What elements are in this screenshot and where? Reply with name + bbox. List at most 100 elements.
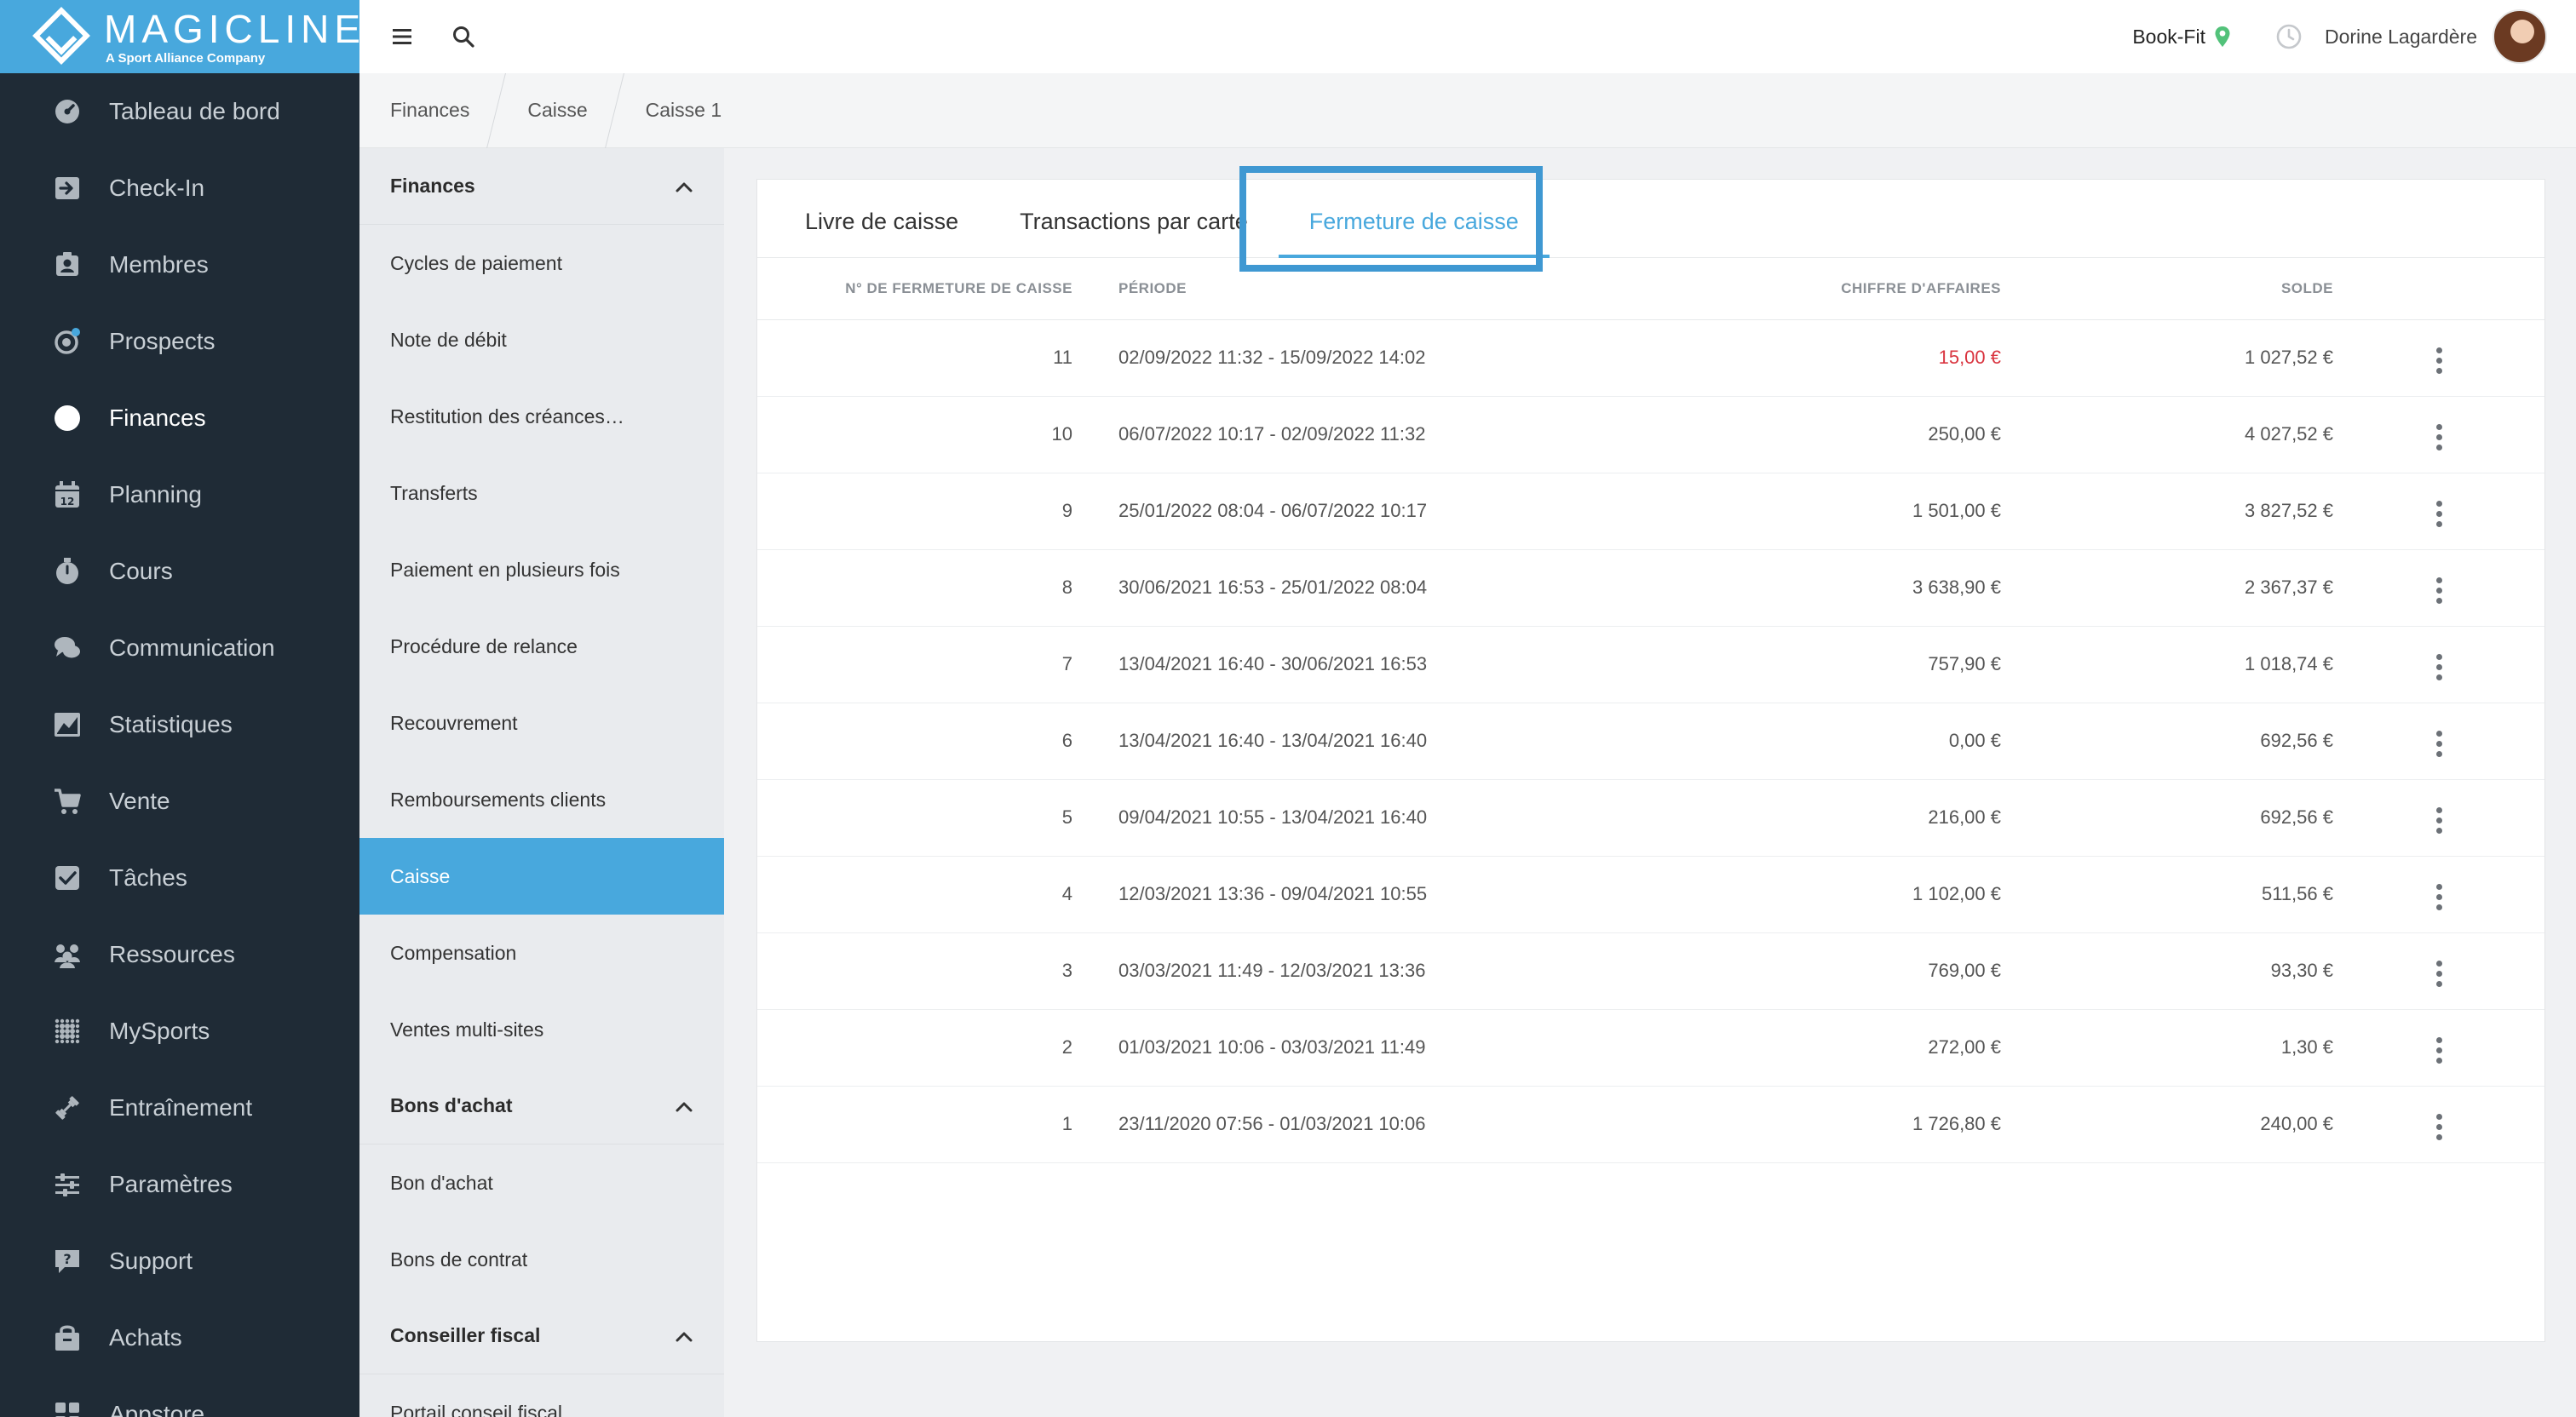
- more-options-icon[interactable]: [2426, 802, 2452, 839]
- tab-card-transactions[interactable]: Transactions par carte: [989, 209, 1279, 257]
- tab-cash-book[interactable]: Livre de caisse: [774, 209, 989, 257]
- tab-cash-closing[interactable]: Fermeture de caisse: [1278, 209, 1550, 258]
- cart-icon: [55, 789, 81, 814]
- balance: 240,00 €: [2001, 1086, 2333, 1163]
- subnav-item[interactable]: Cycles de paiement: [359, 225, 724, 301]
- subnav-section-header[interactable]: Conseiller fiscal: [359, 1298, 724, 1374]
- more-options-icon[interactable]: [2426, 342, 2452, 379]
- mysports-icon: [53, 1017, 82, 1046]
- period: 25/01/2022 08:04 - 06/07/2022 10:17: [1072, 473, 1550, 550]
- nav-item-planning[interactable]: 12 Planning: [0, 456, 359, 533]
- subnav-item[interactable]: Caisse: [359, 838, 724, 915]
- subnav-item[interactable]: Transferts: [359, 455, 724, 531]
- nav-item-label: MySports: [109, 1018, 210, 1044]
- more-options-icon[interactable]: [2426, 1032, 2452, 1069]
- nav-item-prospects[interactable]: Prospects: [0, 303, 359, 380]
- subnav-item[interactable]: Procédure de relance: [359, 608, 724, 685]
- breadcrumb: Finances Caisse Caisse 1: [359, 73, 2576, 148]
- breadcrumb-item[interactable]: Finances: [359, 73, 497, 148]
- subnav-item[interactable]: Recouvrement: [359, 685, 724, 761]
- table-row[interactable]: 1 23/11/2020 07:56 - 01/03/2021 10:06 1 …: [757, 1086, 2544, 1163]
- row-actions-cell: [2333, 626, 2544, 703]
- user-name[interactable]: Dorine Lagardère: [2325, 26, 2477, 49]
- more-options-icon[interactable]: [2426, 572, 2452, 609]
- more-options-icon[interactable]: [2426, 496, 2452, 532]
- more-options-icon[interactable]: [2426, 419, 2452, 456]
- breadcrumb-item[interactable]: Caisse: [497, 73, 614, 148]
- closing-number: 8: [757, 549, 1072, 627]
- nav-item-taches[interactable]: Tâches: [0, 840, 359, 916]
- tab-bar: Livre de caisse Transactions par carte Fer…: [757, 166, 2544, 272]
- more-options-icon[interactable]: [2426, 726, 2452, 762]
- nav-item-communication[interactable]: Communication: [0, 610, 359, 686]
- mysports-icon: [55, 1018, 80, 1044]
- nav-item-statistiques[interactable]: Statistiques: [0, 686, 359, 763]
- balance: 511,56 €: [2001, 856, 2333, 933]
- table-row[interactable]: 4 12/03/2021 13:36 - 09/04/2021 10:55 1 …: [757, 856, 2544, 933]
- nav-item-label: Check-In: [109, 175, 205, 201]
- subnav-item[interactable]: Bons de contrat: [359, 1221, 724, 1298]
- euro-icon: €: [55, 405, 80, 431]
- subnav-item[interactable]: Restitution des créances…: [359, 378, 724, 455]
- members-icon: [53, 250, 82, 279]
- more-options-icon[interactable]: [2426, 1109, 2452, 1145]
- subnav-section-header[interactable]: Bons d'achat: [359, 1068, 724, 1144]
- more-options-icon[interactable]: [2426, 955, 2452, 992]
- task-check-icon: [55, 866, 79, 890]
- subnav-item[interactable]: Paiement en plusieurs fois: [359, 531, 724, 608]
- nav-item-check-in[interactable]: Check-In: [0, 150, 359, 227]
- column-header-closing-number[interactable]: N° de fermeture de caisse: [757, 258, 1072, 320]
- cart-icon: [53, 787, 82, 816]
- nav-item-finances[interactable]: € Finances: [0, 380, 359, 456]
- subnav-item[interactable]: Portail conseil fiscal: [359, 1374, 724, 1417]
- subnav-item[interactable]: Ventes multi-sites: [359, 991, 724, 1068]
- nav-item-cours[interactable]: Cours: [0, 533, 359, 610]
- subnav-item[interactable]: Remboursements clients: [359, 761, 724, 838]
- nav-item-tableau-de-bord[interactable]: Tableau de bord: [0, 73, 359, 150]
- nav-item-parametres[interactable]: Paramètres: [0, 1146, 359, 1223]
- table-row[interactable]: 5 09/04/2021 10:55 - 13/04/2021 16:40 21…: [757, 779, 2544, 857]
- table-row[interactable]: 11 02/09/2022 11:32 - 15/09/2022 14:02 1…: [757, 319, 2544, 397]
- nav-item-entrainement[interactable]: Entraînement: [0, 1070, 359, 1146]
- column-header-balance[interactable]: Solde: [2001, 258, 2333, 320]
- hamburger-menu-button[interactable]: [385, 20, 419, 54]
- subnav-section-header[interactable]: Finances: [359, 148, 724, 225]
- nav-item-label: Appstore: [109, 1401, 205, 1417]
- table-row[interactable]: 10 06/07/2022 10:17 - 02/09/2022 11:32 2…: [757, 396, 2544, 473]
- nav-item-vente[interactable]: Vente: [0, 763, 359, 840]
- row-actions-cell: [2333, 932, 2544, 1010]
- table-row[interactable]: 8 30/06/2021 16:53 - 25/01/2022 08:04 3 …: [757, 549, 2544, 627]
- clock-icon[interactable]: [2275, 23, 2303, 50]
- nav-item-support[interactable]: ? Support: [0, 1223, 359, 1299]
- task-check-icon: [53, 863, 82, 892]
- nav-item-label: Membres: [109, 251, 209, 278]
- column-header-period[interactable]: Période: [1072, 258, 1550, 320]
- user-avatar[interactable]: [2493, 9, 2547, 64]
- logo[interactable]: MAGICLINE A Sport Alliance Company: [0, 0, 359, 73]
- table-row[interactable]: 2 01/03/2021 10:06 - 03/03/2021 11:49 27…: [757, 1009, 2544, 1087]
- table-row[interactable]: 3 03/03/2021 11:49 - 12/03/2021 13:36 76…: [757, 932, 2544, 1010]
- subnav-item[interactable]: Note de débit: [359, 301, 724, 378]
- studio-selector[interactable]: Book-Fit: [2132, 26, 2205, 49]
- calendar-icon: 12: [53, 480, 82, 509]
- nav-item-appstore[interactable]: Appstore: [0, 1376, 359, 1417]
- nav-item-mysports[interactable]: MySports: [0, 993, 359, 1070]
- revenue: 1 726,80 €: [1550, 1086, 2001, 1163]
- balance: 4 027,52 €: [2001, 396, 2333, 473]
- top-bar: Book-Fit Dorine Lagardère: [359, 0, 2576, 73]
- subnav-item[interactable]: Bon d'achat: [359, 1144, 724, 1221]
- table-row[interactable]: 6 13/04/2021 16:40 - 13/04/2021 16:40 0,…: [757, 703, 2544, 780]
- search-button[interactable]: [446, 20, 480, 54]
- more-options-icon[interactable]: [2426, 649, 2452, 686]
- nav-item-ressources[interactable]: Ressources: [0, 916, 359, 993]
- brand-tagline: A Sport Alliance Company: [106, 50, 266, 66]
- appstore-icon: [53, 1400, 82, 1417]
- column-header-revenue[interactable]: Chiffre d'affaires: [1550, 258, 2001, 320]
- subnav-item[interactable]: Compensation: [359, 915, 724, 991]
- prospects-icon: [53, 327, 82, 356]
- table-row[interactable]: 9 25/01/2022 08:04 - 06/07/2022 10:17 1 …: [757, 473, 2544, 550]
- table-row[interactable]: 7 13/04/2021 16:40 - 30/06/2021 16:53 75…: [757, 626, 2544, 703]
- nav-item-membres[interactable]: Membres: [0, 227, 359, 303]
- more-options-icon[interactable]: [2426, 879, 2452, 915]
- nav-item-achats[interactable]: Achats: [0, 1299, 359, 1376]
